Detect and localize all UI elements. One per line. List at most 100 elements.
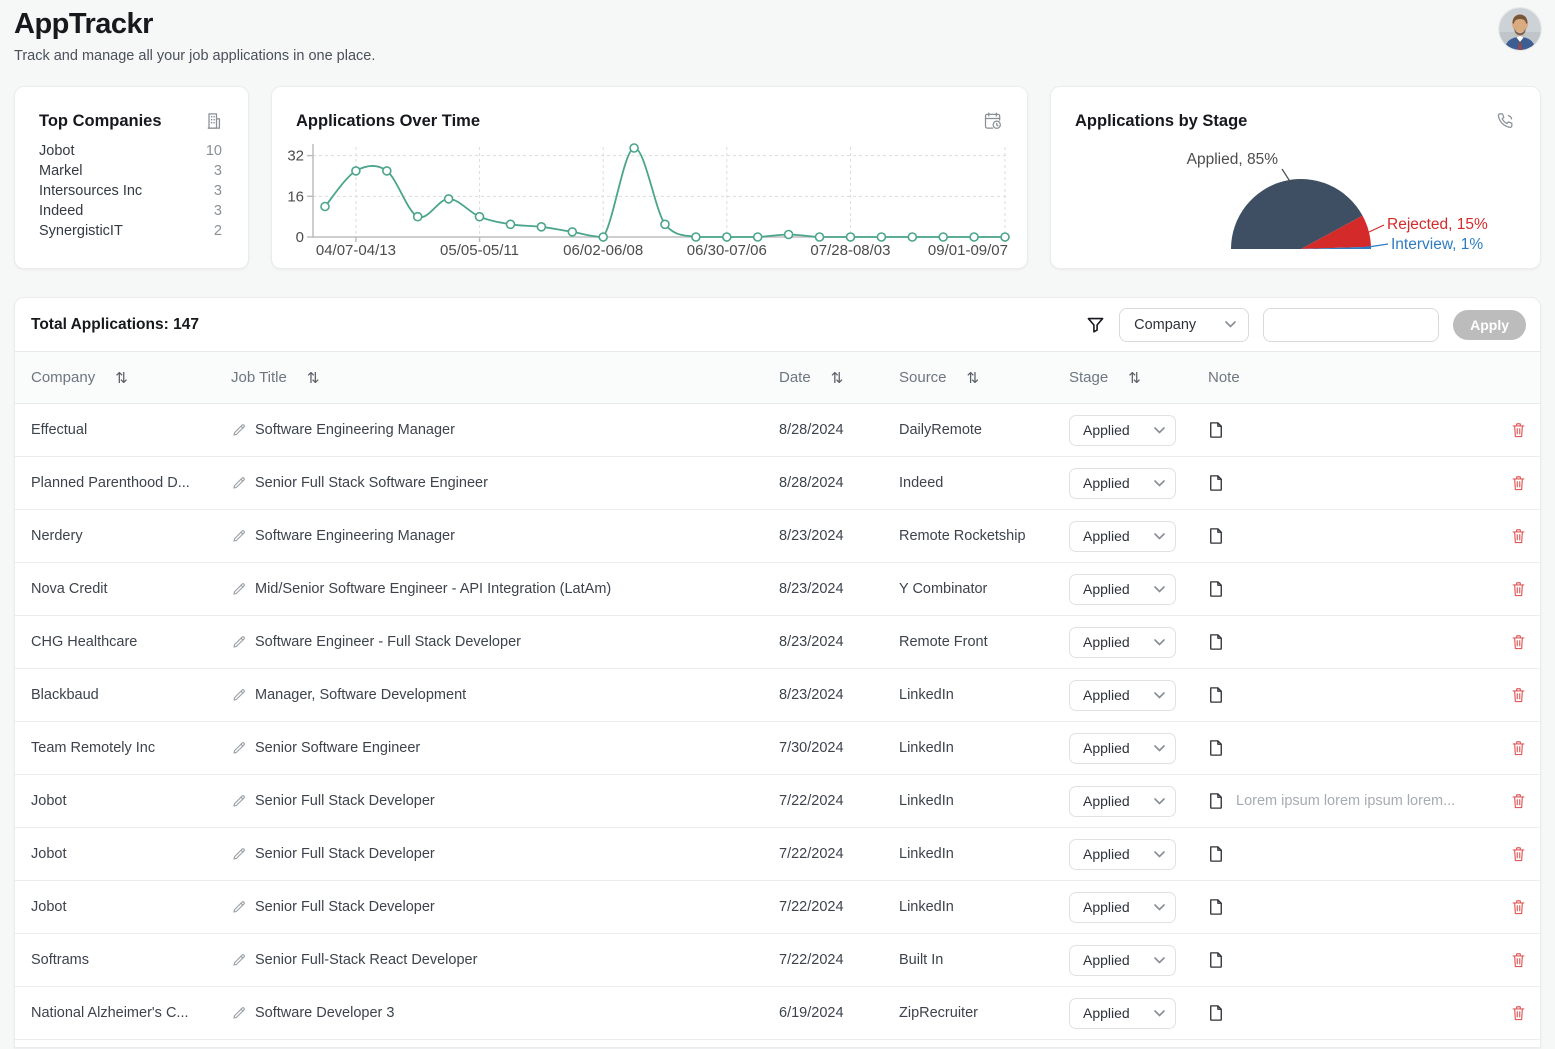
note-document-icon[interactable] bbox=[1208, 845, 1224, 863]
company-count: 3 bbox=[214, 161, 222, 181]
sort-icon[interactable]: ⇅ bbox=[307, 369, 320, 387]
stage-value: Applied bbox=[1083, 687, 1130, 703]
delete-trash-icon[interactable] bbox=[1511, 792, 1526, 810]
company-cell: Planned Parenthood D... bbox=[31, 475, 231, 491]
edit-pencil-icon[interactable] bbox=[231, 581, 247, 597]
delete-trash-icon[interactable] bbox=[1511, 686, 1526, 704]
note-document-icon[interactable] bbox=[1208, 898, 1224, 916]
column-label: Job Title bbox=[231, 369, 287, 386]
svg-text:09/01-09/07: 09/01-09/07 bbox=[928, 242, 1008, 259]
filter-field-select[interactable]: Company bbox=[1119, 308, 1249, 342]
delete-trash-icon[interactable] bbox=[1511, 633, 1526, 651]
note-document-icon[interactable] bbox=[1208, 739, 1224, 757]
note-document-icon[interactable] bbox=[1208, 527, 1224, 545]
data-point-marker bbox=[383, 167, 391, 175]
edit-pencil-icon[interactable] bbox=[231, 1005, 247, 1021]
source-cell: ZipRecruiter bbox=[899, 1005, 1069, 1021]
note-document-icon[interactable] bbox=[1208, 792, 1224, 810]
apply-filter-button[interactable]: Apply bbox=[1453, 310, 1526, 340]
company-cell: Team Remotely Inc bbox=[31, 740, 231, 756]
sort-icon[interactable]: ⇅ bbox=[115, 369, 128, 387]
note-cell: Lorem ipsum lorem ipsum lorem... bbox=[1208, 792, 1492, 810]
note-document-icon[interactable] bbox=[1208, 474, 1224, 492]
date-cell: 8/28/2024 bbox=[779, 475, 899, 491]
sort-icon[interactable]: ⇅ bbox=[1128, 369, 1141, 387]
edit-pencil-icon[interactable] bbox=[231, 899, 247, 915]
note-document-icon[interactable] bbox=[1208, 1004, 1224, 1022]
filter-search-input[interactable] bbox=[1263, 308, 1439, 342]
funnel-icon[interactable] bbox=[1086, 315, 1105, 334]
edit-pencil-icon[interactable] bbox=[231, 687, 247, 703]
stage-select[interactable]: Applied bbox=[1069, 733, 1176, 764]
table-row: JobotSenior Full Stack Developer7/22/202… bbox=[15, 775, 1540, 828]
filter-controls: Company Apply bbox=[1086, 308, 1526, 342]
data-point-marker bbox=[568, 228, 576, 236]
stage-value: Applied bbox=[1083, 793, 1130, 809]
delete-trash-icon[interactable] bbox=[1511, 421, 1526, 439]
company-cell: National Alzheimer's C... bbox=[31, 1005, 231, 1021]
stage-value: Applied bbox=[1083, 528, 1130, 544]
edit-pencil-icon[interactable] bbox=[231, 528, 247, 544]
stage-select[interactable]: Applied bbox=[1069, 839, 1176, 870]
top-companies-title: Top Companies bbox=[39, 112, 162, 131]
job-title-cell: Senior Full Stack Developer bbox=[231, 793, 779, 809]
edit-pencil-icon[interactable] bbox=[231, 422, 247, 438]
company-name: SynergisticIT bbox=[39, 221, 123, 241]
note-document-icon[interactable] bbox=[1208, 951, 1224, 969]
delete-trash-icon[interactable] bbox=[1511, 1004, 1526, 1022]
note-document-icon[interactable] bbox=[1208, 686, 1224, 704]
delete-trash-icon[interactable] bbox=[1511, 951, 1526, 969]
edit-pencil-icon[interactable] bbox=[231, 634, 247, 650]
top-company-item: Intersources Inc 3 bbox=[39, 181, 222, 201]
chevron-down-icon bbox=[1154, 692, 1165, 699]
stage-cell: Applied bbox=[1069, 415, 1208, 446]
company-count: 3 bbox=[214, 181, 222, 201]
delete-trash-icon[interactable] bbox=[1511, 739, 1526, 757]
actions-cell bbox=[1492, 686, 1526, 704]
chevron-down-icon bbox=[1154, 639, 1165, 646]
data-point-marker bbox=[939, 233, 947, 241]
job-title-text: Senior Full-Stack React Developer bbox=[255, 952, 477, 968]
delete-trash-icon[interactable] bbox=[1511, 845, 1526, 863]
stage-select[interactable]: Applied bbox=[1069, 786, 1176, 817]
header-text: AppTrackr Track and manage all your job … bbox=[14, 8, 375, 64]
stage-select[interactable]: Applied bbox=[1069, 574, 1176, 605]
edit-pencil-icon[interactable] bbox=[231, 793, 247, 809]
sort-icon[interactable]: ⇅ bbox=[831, 369, 844, 387]
applications-over-time-chart: 0163204/07-04/1305/05-05/1106/02-06/0806… bbox=[298, 137, 1010, 262]
job-title-text: Senior Full Stack Software Engineer bbox=[255, 475, 488, 491]
edit-pencil-icon[interactable] bbox=[231, 740, 247, 756]
stage-select[interactable]: Applied bbox=[1069, 998, 1176, 1029]
svg-text:04/07-04/13: 04/07-04/13 bbox=[316, 242, 396, 259]
user-avatar[interactable] bbox=[1499, 8, 1541, 50]
source-cell: DailyRemote bbox=[899, 422, 1069, 438]
actions-cell bbox=[1492, 580, 1526, 598]
stage-select[interactable]: Applied bbox=[1069, 892, 1176, 923]
delete-trash-icon[interactable] bbox=[1511, 527, 1526, 545]
pie-slice-label-applied: Applied, 85% bbox=[1187, 151, 1279, 168]
note-document-icon[interactable] bbox=[1208, 633, 1224, 651]
stage-select[interactable]: Applied bbox=[1069, 521, 1176, 552]
delete-trash-icon[interactable] bbox=[1511, 580, 1526, 598]
edit-pencil-icon[interactable] bbox=[231, 846, 247, 862]
stage-select[interactable]: Applied bbox=[1069, 415, 1176, 446]
note-document-icon[interactable] bbox=[1208, 580, 1224, 598]
edit-pencil-icon[interactable] bbox=[231, 952, 247, 968]
top-company-item: SynergisticIT2 bbox=[39, 221, 222, 241]
table-header-row: Company⇅Job Title⇅Date⇅Source⇅Stage⇅Note bbox=[15, 352, 1540, 404]
stage-select[interactable]: Applied bbox=[1069, 680, 1176, 711]
job-title-cell: Senior Software Engineer bbox=[231, 740, 779, 756]
stage-select[interactable]: Applied bbox=[1069, 627, 1176, 658]
data-point-marker bbox=[692, 233, 700, 241]
company-name: Intersources Inc bbox=[39, 181, 142, 201]
stage-cell: Applied bbox=[1069, 945, 1208, 976]
stage-select[interactable]: Applied bbox=[1069, 468, 1176, 499]
edit-pencil-icon[interactable] bbox=[231, 475, 247, 491]
delete-trash-icon[interactable] bbox=[1511, 898, 1526, 916]
stage-select[interactable]: Applied bbox=[1069, 945, 1176, 976]
note-document-icon[interactable] bbox=[1208, 421, 1224, 439]
delete-trash-icon[interactable] bbox=[1511, 474, 1526, 492]
data-point-marker bbox=[816, 233, 824, 241]
applications-over-time-card: Applications Over Time 0163204/07-04/130… bbox=[271, 86, 1028, 269]
sort-icon[interactable]: ⇅ bbox=[967, 369, 980, 387]
